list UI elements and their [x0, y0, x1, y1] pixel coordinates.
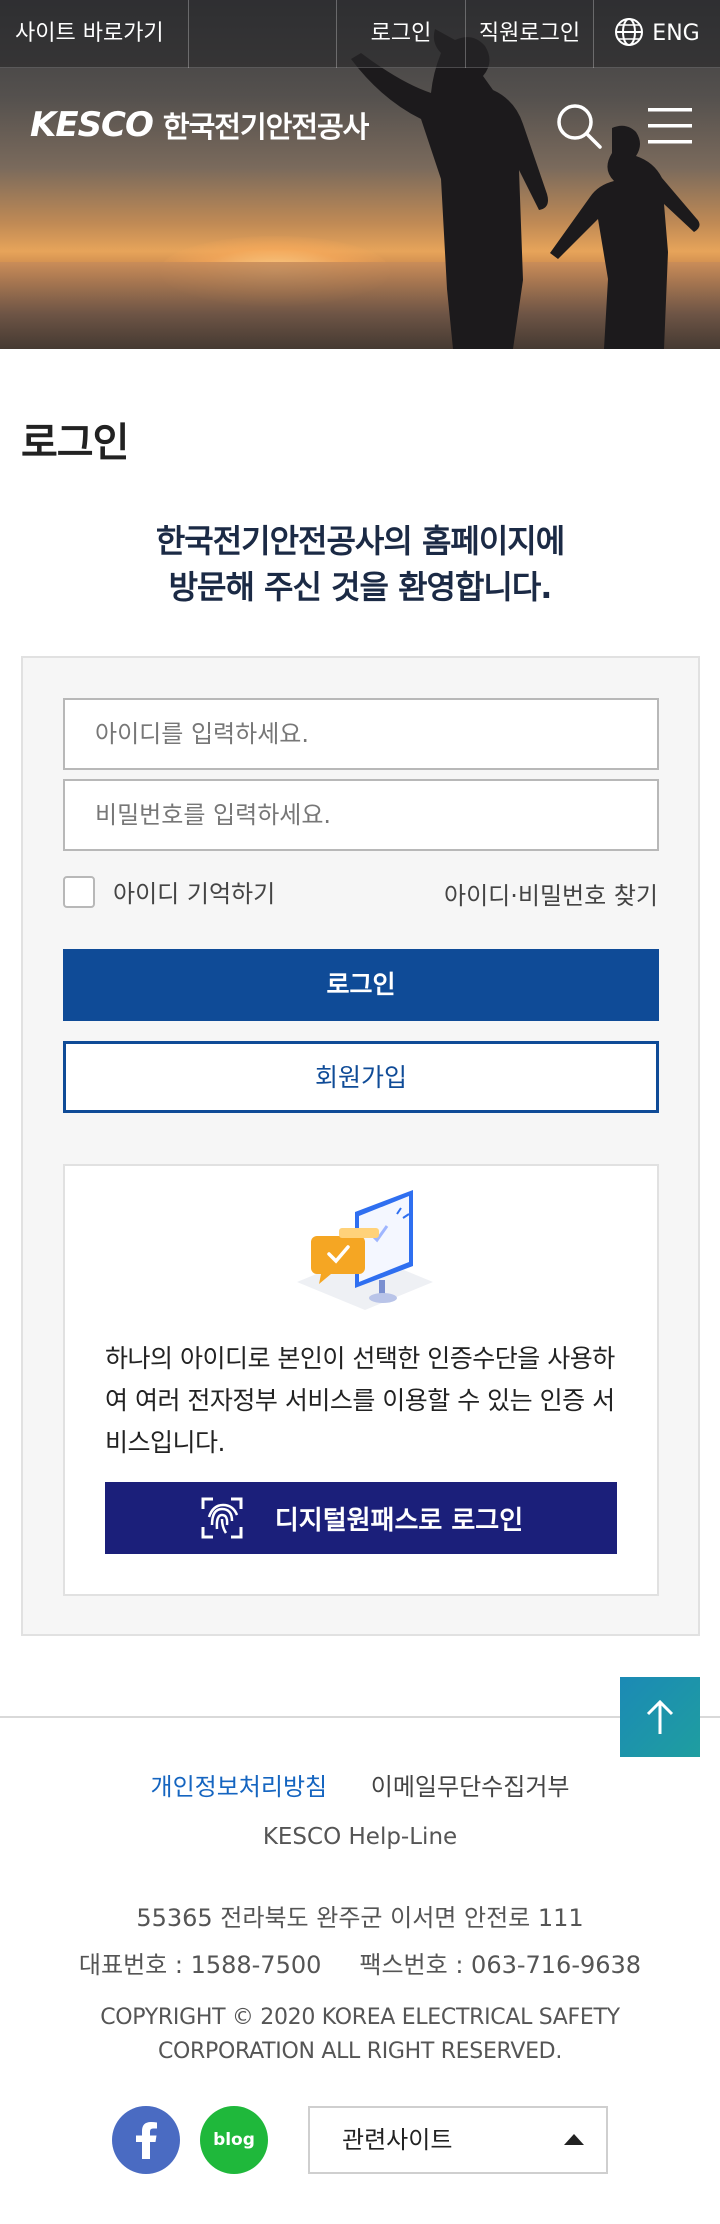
globe-icon [615, 18, 644, 46]
english-link[interactable]: ENG [593, 0, 720, 68]
login-button[interactable]: 로그인 [63, 949, 659, 1021]
footer-address: 55365 전라북도 완주군 이서면 안전로 111 [136, 1904, 584, 1932]
password-input[interactable] [63, 779, 659, 851]
welcome-message: 한국전기안전공사의 홈페이지에 방문해 주신 것을 환영합니다. [0, 518, 720, 610]
copyright-line-1: COPYRIGHT © 2020 KOREA ELECTRICAL SAFETY [100, 2005, 620, 2030]
email-refusal-link[interactable]: 이메일무단수집거부 [371, 1773, 570, 1801]
digital-onepass-login-button[interactable]: 디지털원패스로 로그인 [105, 1482, 617, 1554]
welcome-line-1: 한국전기안전공사의 홈페이지에 [155, 522, 565, 560]
footer-divider [0, 1716, 720, 1718]
fingerprint-icon [201, 1497, 243, 1539]
scroll-to-top-button[interactable] [620, 1677, 700, 1757]
remember-id-checkbox[interactable]: 아이디 기억하기 [63, 874, 275, 909]
main-phone: 대표번호 : 1588-7500 [78, 1951, 322, 1979]
fax-number: 팩스번호 : 063-716-9638 [359, 1951, 642, 1979]
search-icon[interactable] [554, 101, 604, 151]
hero-banner: 사이트 바로가기 로그인 직원로그인 ENG KESCO 한국전기안전공사 [0, 0, 720, 349]
signup-button[interactable]: 회원가입 [63, 1041, 659, 1113]
onepass-description: 하나의 아이디로 본인이 선택한 인증수단을 사용하여 여러 전자정부 서비스를… [105, 1344, 615, 1457]
find-id-password-link[interactable]: 아이디·비밀번호 찾기 [444, 876, 658, 911]
top-login-link[interactable]: 로그인 [336, 0, 465, 68]
remember-id-label: 아이디 기억하기 [113, 880, 276, 908]
caret-up-icon [564, 2134, 584, 2145]
related-sites-label: 관련사이트 [342, 2126, 453, 2154]
footer-links: 개인정보처리방침 이메일무단수집거부 [0, 1767, 720, 1802]
logo-english: KESCO [30, 105, 154, 145]
kesco-logo[interactable]: KESCO 한국전기안전공사 [30, 104, 369, 146]
related-sites-select[interactable]: 관련사이트 [308, 2106, 608, 2174]
arrow-up-icon [646, 1699, 674, 1734]
top-utility-bar: 사이트 바로가기 로그인 직원로그인 ENG [0, 0, 720, 68]
facebook-icon[interactable] [112, 2106, 180, 2174]
checkbox-box[interactable] [63, 875, 95, 908]
facebook-glyph [136, 2122, 157, 2159]
blog-icon[interactable]: blog [200, 2106, 268, 2174]
page-title: 로그인 [21, 420, 129, 466]
onepass-button-label: 디지털원패스로 로그인 [274, 1505, 524, 1536]
english-label: ENG [652, 21, 700, 46]
helpline-link[interactable]: KESCO Help-Line [0, 1824, 720, 1850]
site-shortcut-button[interactable]: 사이트 바로가기 [0, 0, 189, 68]
welcome-line-2: 방문해 주신 것을 환영합니다. [168, 568, 553, 606]
logo-korean: 한국전기안전공사 [162, 110, 369, 144]
copyright-line-2: CORPORATION ALL RIGHT RESERVED. [157, 2039, 563, 2064]
footer-contact: 대표번호 : 1588-7500 팩스번호 : 063-716-9638 [0, 1945, 720, 1980]
staff-login-link[interactable]: 직원로그인 [465, 0, 593, 68]
login-box: 아이디 기억하기 아이디·비밀번호 찾기 로그인 회원가입 하나의 아이디로 본… [21, 656, 700, 1636]
digital-onepass-box: 하나의 아이디로 본인이 선택한 인증수단을 사용하여 여러 전자정부 서비스를… [63, 1164, 659, 1596]
copyright: COPYRIGHT © 2020 KOREA ELECTRICAL SAFETY… [0, 2001, 720, 2069]
monitor-chat-icon [297, 1190, 433, 1310]
hamburger-menu-icon[interactable] [648, 106, 692, 146]
id-input[interactable] [63, 698, 659, 770]
privacy-policy-link[interactable]: 개인정보처리방침 [150, 1773, 327, 1801]
